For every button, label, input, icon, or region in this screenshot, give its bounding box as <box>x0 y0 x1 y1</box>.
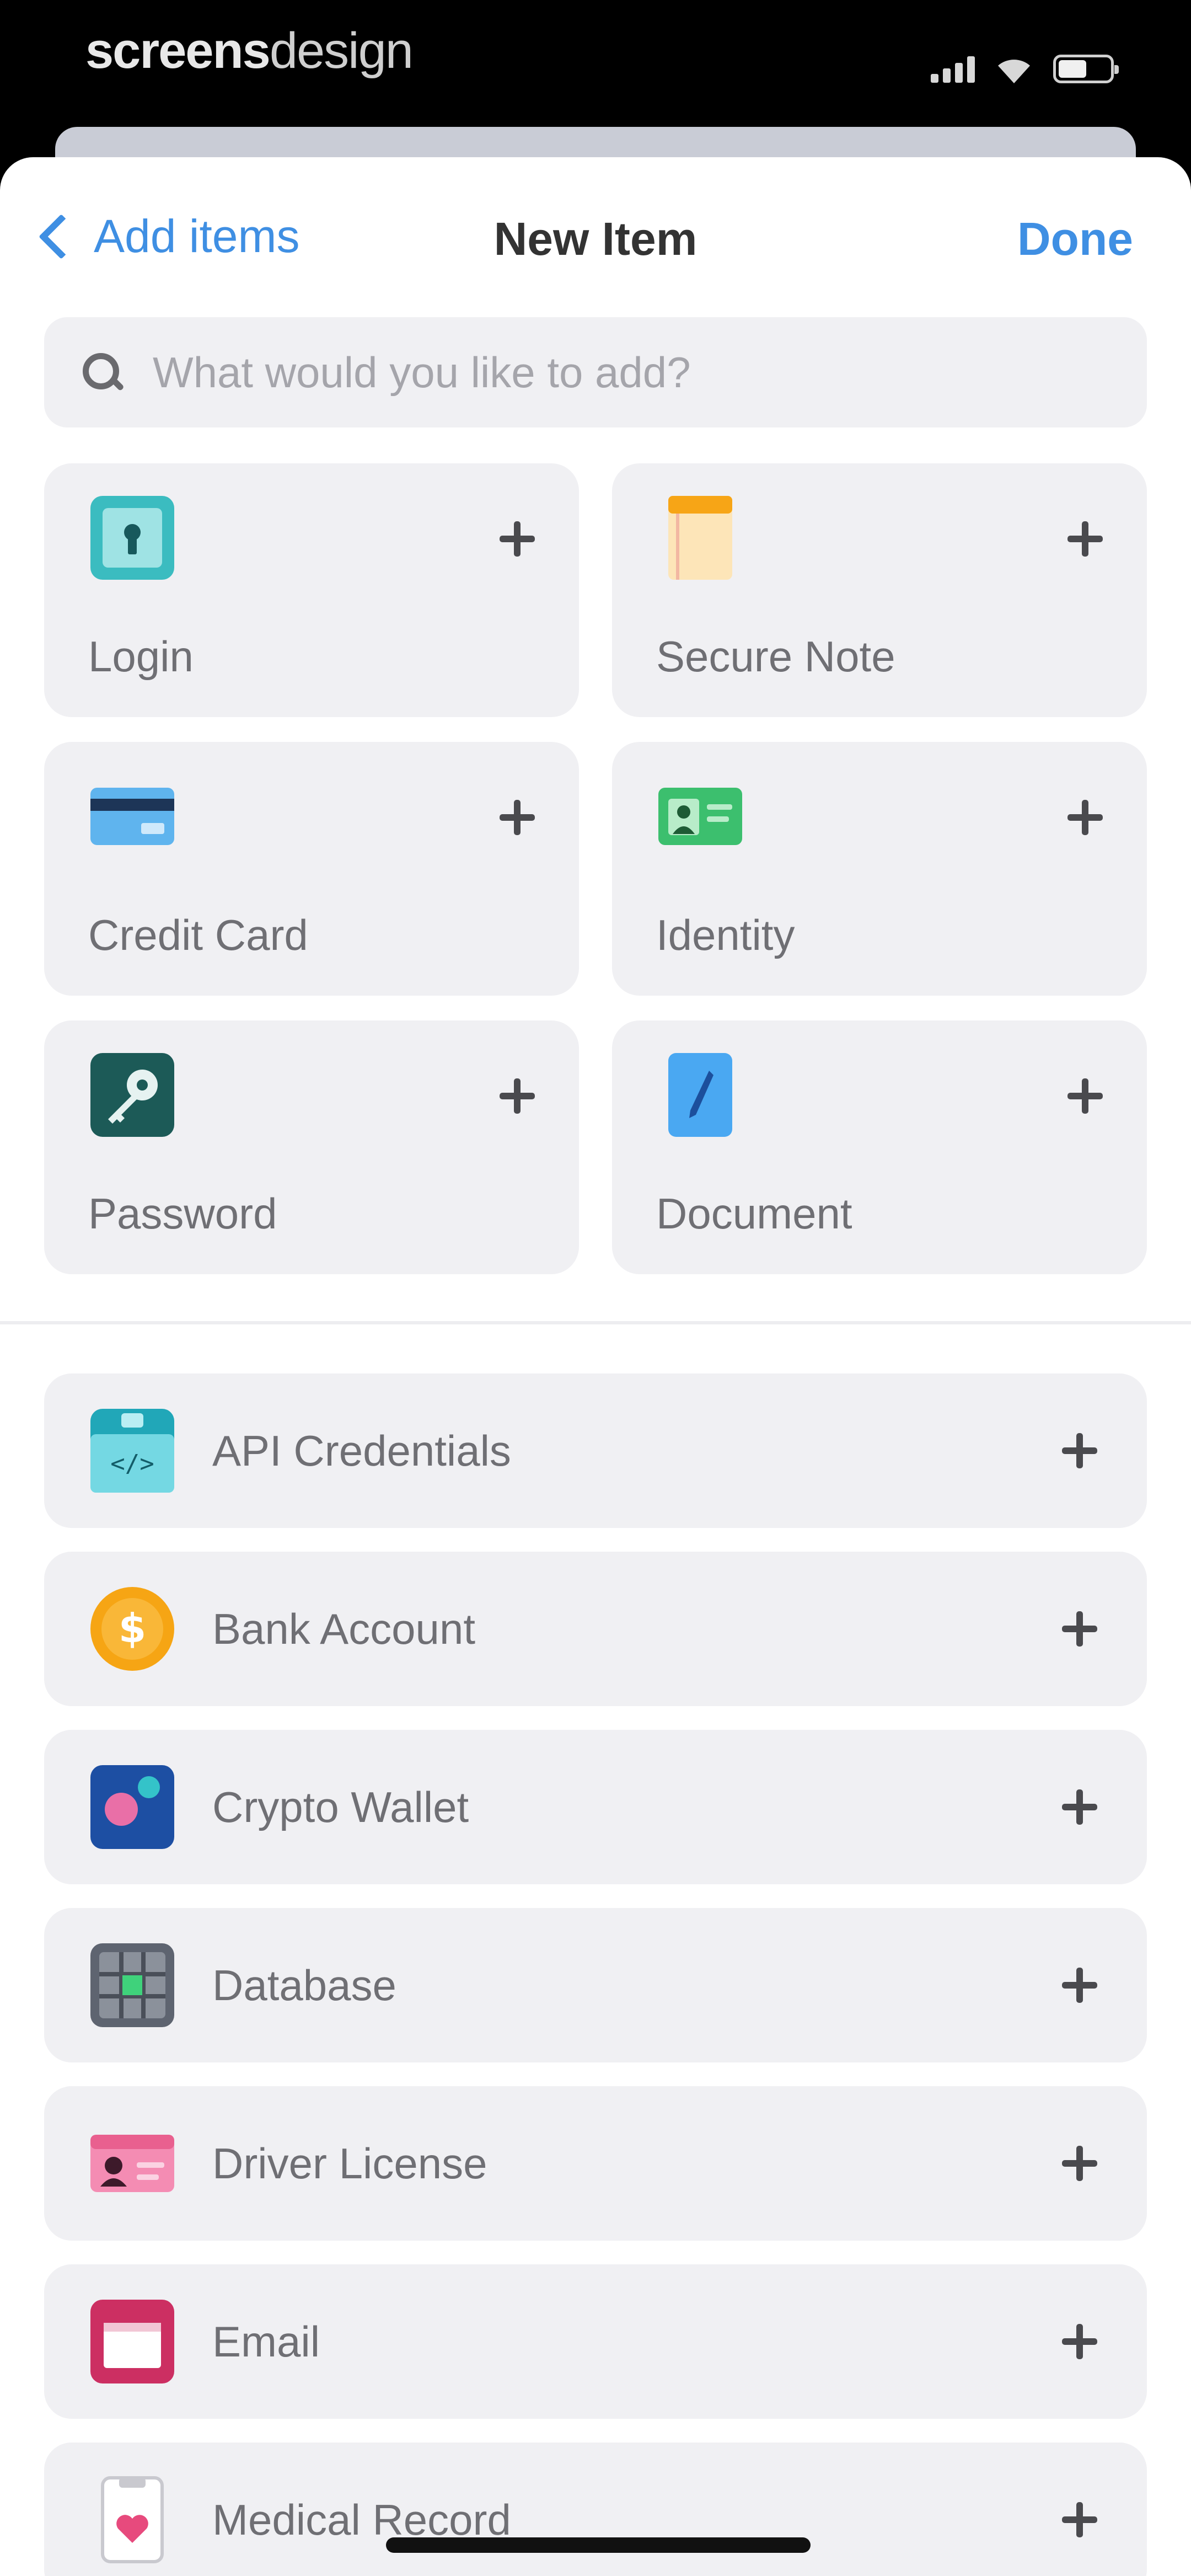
svg-text:</>: </> <box>110 1450 154 1478</box>
tile-label: Identity <box>656 911 795 959</box>
tile-label: Credit Card <box>88 911 308 959</box>
list-item-api-credentials[interactable]: </> API Credentials <box>44 1373 1147 1528</box>
list-item-label: Medical Record <box>212 2495 511 2544</box>
watermark: screensdesign <box>85 22 414 80</box>
medical-record-icon <box>101 2476 164 2563</box>
login-icon <box>90 496 174 580</box>
tile-label: Password <box>88 1189 277 1238</box>
document-icon <box>668 1053 732 1137</box>
list-item-label: Email <box>212 2317 320 2366</box>
add-icon <box>1062 1789 1097 1825</box>
tile-credit-card[interactable]: Credit Card <box>44 742 579 996</box>
tile-label: Login <box>88 632 194 681</box>
list-item-bank-account[interactable]: $ Bank Account <box>44 1552 1147 1706</box>
add-icon <box>500 1078 535 1114</box>
credit-card-icon <box>90 788 174 845</box>
identity-icon <box>658 788 742 845</box>
tile-document[interactable]: Document <box>612 1020 1147 1274</box>
add-icon <box>1062 2324 1097 2359</box>
tile-login[interactable]: Login <box>44 463 579 717</box>
watermark-light: design <box>269 23 414 79</box>
add-icon <box>1062 2502 1097 2537</box>
add-icon <box>1067 800 1103 835</box>
item-type-list: </> API Credentials $ Bank Account Crypt… <box>44 1373 1147 2576</box>
new-item-sheet: Add items New Item Done Login <box>0 157 1191 2576</box>
done-button[interactable]: Done <box>1017 212 1133 266</box>
search-input[interactable] <box>152 346 1147 398</box>
add-icon <box>1062 2146 1097 2181</box>
add-icon <box>1062 1611 1097 1647</box>
search-bar <box>44 317 1147 427</box>
password-icon <box>90 1053 174 1137</box>
search-icon <box>83 353 121 392</box>
add-icon <box>1067 521 1103 557</box>
tile-identity[interactable]: Identity <box>612 742 1147 996</box>
tile-secure-note[interactable]: Secure Note <box>612 463 1147 717</box>
add-icon <box>1062 1968 1097 2003</box>
crypto-wallet-icon <box>90 1765 174 1849</box>
database-icon <box>90 1943 174 2027</box>
status-bar: screensdesign <box>0 0 1191 127</box>
signal-icon <box>931 55 975 83</box>
section-divider <box>0 1321 1191 1324</box>
list-item-email[interactable]: Email <box>44 2264 1147 2419</box>
battery-icon <box>1053 55 1119 83</box>
item-type-grid: Login Secure Note Credit Card Identity P… <box>44 463 1147 1274</box>
list-item-label: Crypto Wallet <box>212 1782 469 1831</box>
list-item-driver-license[interactable]: Driver License <box>44 2086 1147 2241</box>
tile-password[interactable]: Password <box>44 1020 579 1274</box>
api-credentials-icon: </> <box>90 1409 174 1493</box>
list-item-label: Bank Account <box>212 1604 475 1653</box>
tile-label: Secure Note <box>656 632 895 681</box>
tile-label: Document <box>656 1189 852 1238</box>
list-item-medical-record[interactable]: Medical Record <box>44 2443 1147 2576</box>
add-icon <box>500 800 535 835</box>
svg-text:$: $ <box>119 1605 146 1652</box>
list-item-label: Database <box>212 1960 396 2010</box>
add-icon <box>1067 1078 1103 1114</box>
driver-license-icon <box>90 2135 174 2192</box>
list-item-label: API Credentials <box>212 1426 511 1475</box>
add-icon <box>500 521 535 557</box>
bank-account-icon: $ <box>90 1587 174 1671</box>
list-item-label: Driver License <box>212 2139 487 2188</box>
wifi-icon <box>998 60 1030 83</box>
list-item-database[interactable]: Database <box>44 1908 1147 2062</box>
nav-bar: Add items New Item Done <box>0 157 1191 317</box>
page-title: New Item <box>493 213 698 265</box>
add-icon <box>1062 1433 1097 1468</box>
list-item-crypto-wallet[interactable]: Crypto Wallet <box>44 1730 1147 1884</box>
watermark-bold: screens <box>85 23 271 79</box>
status-icons <box>931 47 1119 91</box>
home-indicator[interactable] <box>386 2537 811 2553</box>
email-icon <box>90 2300 174 2383</box>
secure-note-icon <box>668 496 732 580</box>
